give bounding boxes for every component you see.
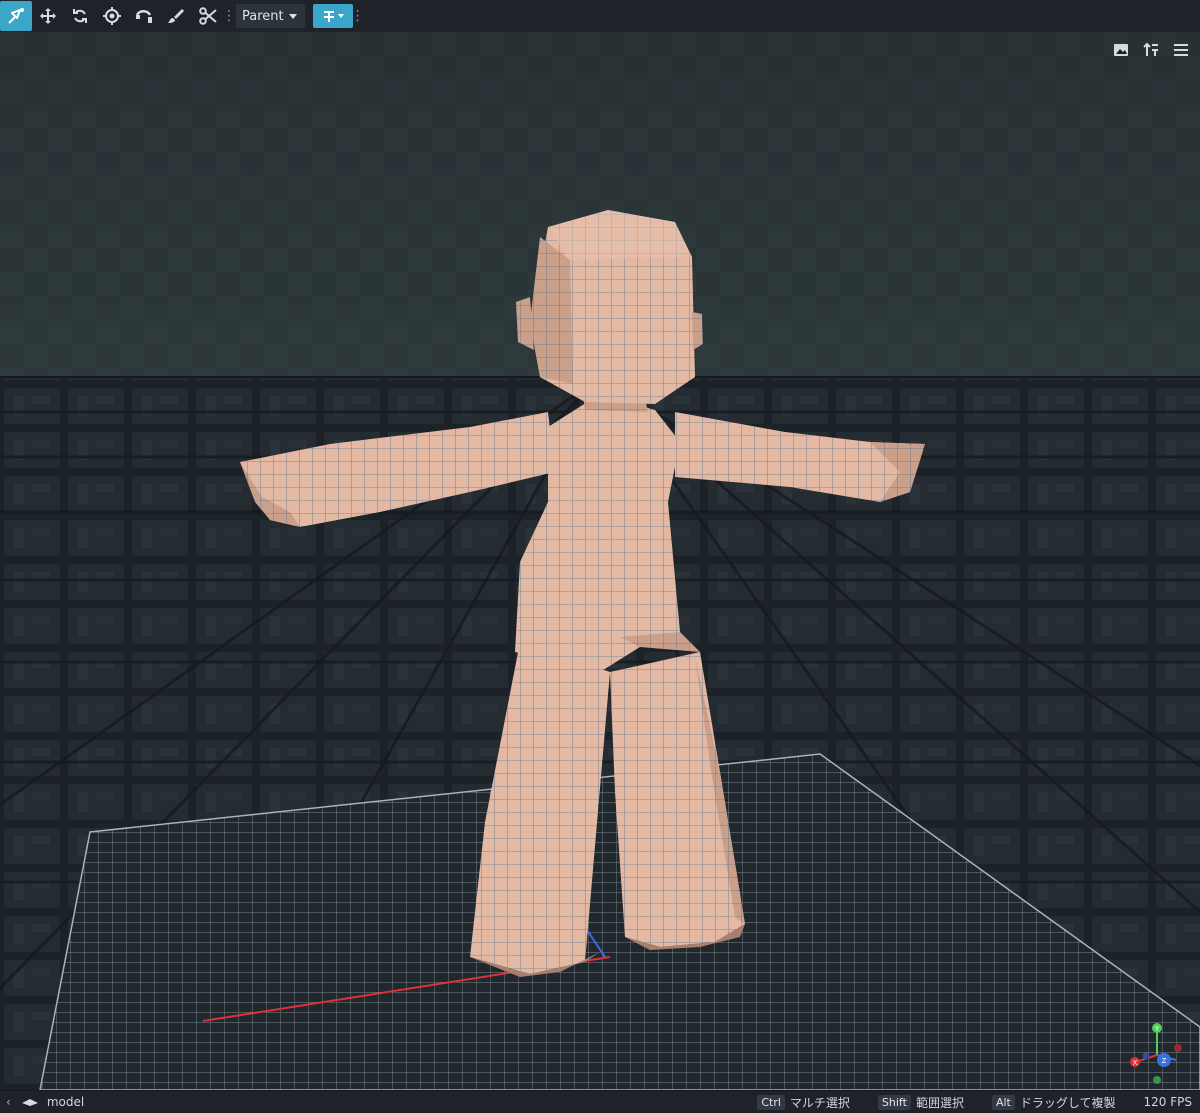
gizmo-neg-y-handle[interactable] [1153,1076,1161,1084]
hint-key: Alt [991,1094,1015,1110]
vertex-pivot-icon [135,9,152,23]
sort-button[interactable] [1138,38,1164,62]
hint-shift: Shift 範囲選択 [877,1094,964,1111]
selection-info: ‹ model [0,1095,757,1109]
pivot-mode-button[interactable] [312,4,353,28]
fps-counter: 120 FPS [1143,1095,1192,1109]
gizmo-y-label: Y [1154,1025,1160,1033]
scissors-icon [199,7,217,25]
brush-tool-button[interactable] [160,1,192,31]
gizmo-z-label: Z [1162,1057,1167,1065]
center-pivot-icon [323,11,344,22]
viewport-toolbar [1108,38,1194,62]
rotate-tool-button[interactable] [64,1,96,31]
viewport-scene[interactable] [0,32,1200,1090]
move-icon [40,8,56,24]
app-window: ⋮ Parent ⋮ Y X Z ‹ model Ctrl マルチ選択 Shif… [0,0,1200,1113]
pivot-tool-button[interactable] [96,1,128,31]
vertex-pivot-tool-button[interactable] [128,1,160,31]
screenshot-button[interactable] [1108,38,1134,62]
viewport-menu-button[interactable] [1168,38,1194,62]
model-icon [21,1099,38,1106]
menu-icon [1174,44,1188,56]
status-bar: ‹ model Ctrl マルチ選択 Shift 範囲選択 Alt ドラッグして… [0,1090,1200,1113]
gizmo-neg-x-handle[interactable] [1174,1044,1182,1052]
move-tool-button[interactable] [32,1,64,31]
hint-ctrl: Ctrl マルチ選択 [757,1094,850,1111]
hint-alt: Alt ドラッグして複製 [991,1094,1116,1111]
scissors-tool-button[interactable] [192,1,224,31]
hint-label: ドラッグして複製 [1019,1095,1116,1110]
3d-viewport[interactable]: Y X Z [0,32,1200,1090]
hint-label: マルチ選択 [789,1095,850,1110]
toolbar: ⋮ Parent ⋮ [0,0,1200,33]
hint-key: Ctrl [757,1094,785,1110]
toolbar-overflow-handle[interactable]: ⋮ [222,1,236,31]
hint-key: Shift [877,1094,911,1110]
transform-space-select[interactable]: Parent [236,4,305,28]
gizmo-neg-z-handle[interactable] [1142,1052,1150,1060]
image-icon [1114,44,1128,56]
caret-down-icon [288,14,297,19]
vertex-snap-icon [8,8,24,24]
hint-label: 範囲選択 [915,1095,964,1110]
transform-space-label: Parent [242,8,284,24]
rotate-icon [73,9,87,23]
gizmo-x-label: X [1133,1059,1138,1067]
sort-icon [1143,42,1158,56]
selected-element-name: model [46,1095,85,1109]
vertex-snap-tool-button[interactable] [0,1,32,31]
orientation-gizmo[interactable]: Y X Z [1124,1020,1190,1086]
pivot-icon [103,7,121,25]
brush-icon [168,9,184,23]
toolbar-overflow-handle-2[interactable]: ⋮ [351,1,365,31]
chevron-left-icon[interactable]: ‹ [6,1095,11,1109]
